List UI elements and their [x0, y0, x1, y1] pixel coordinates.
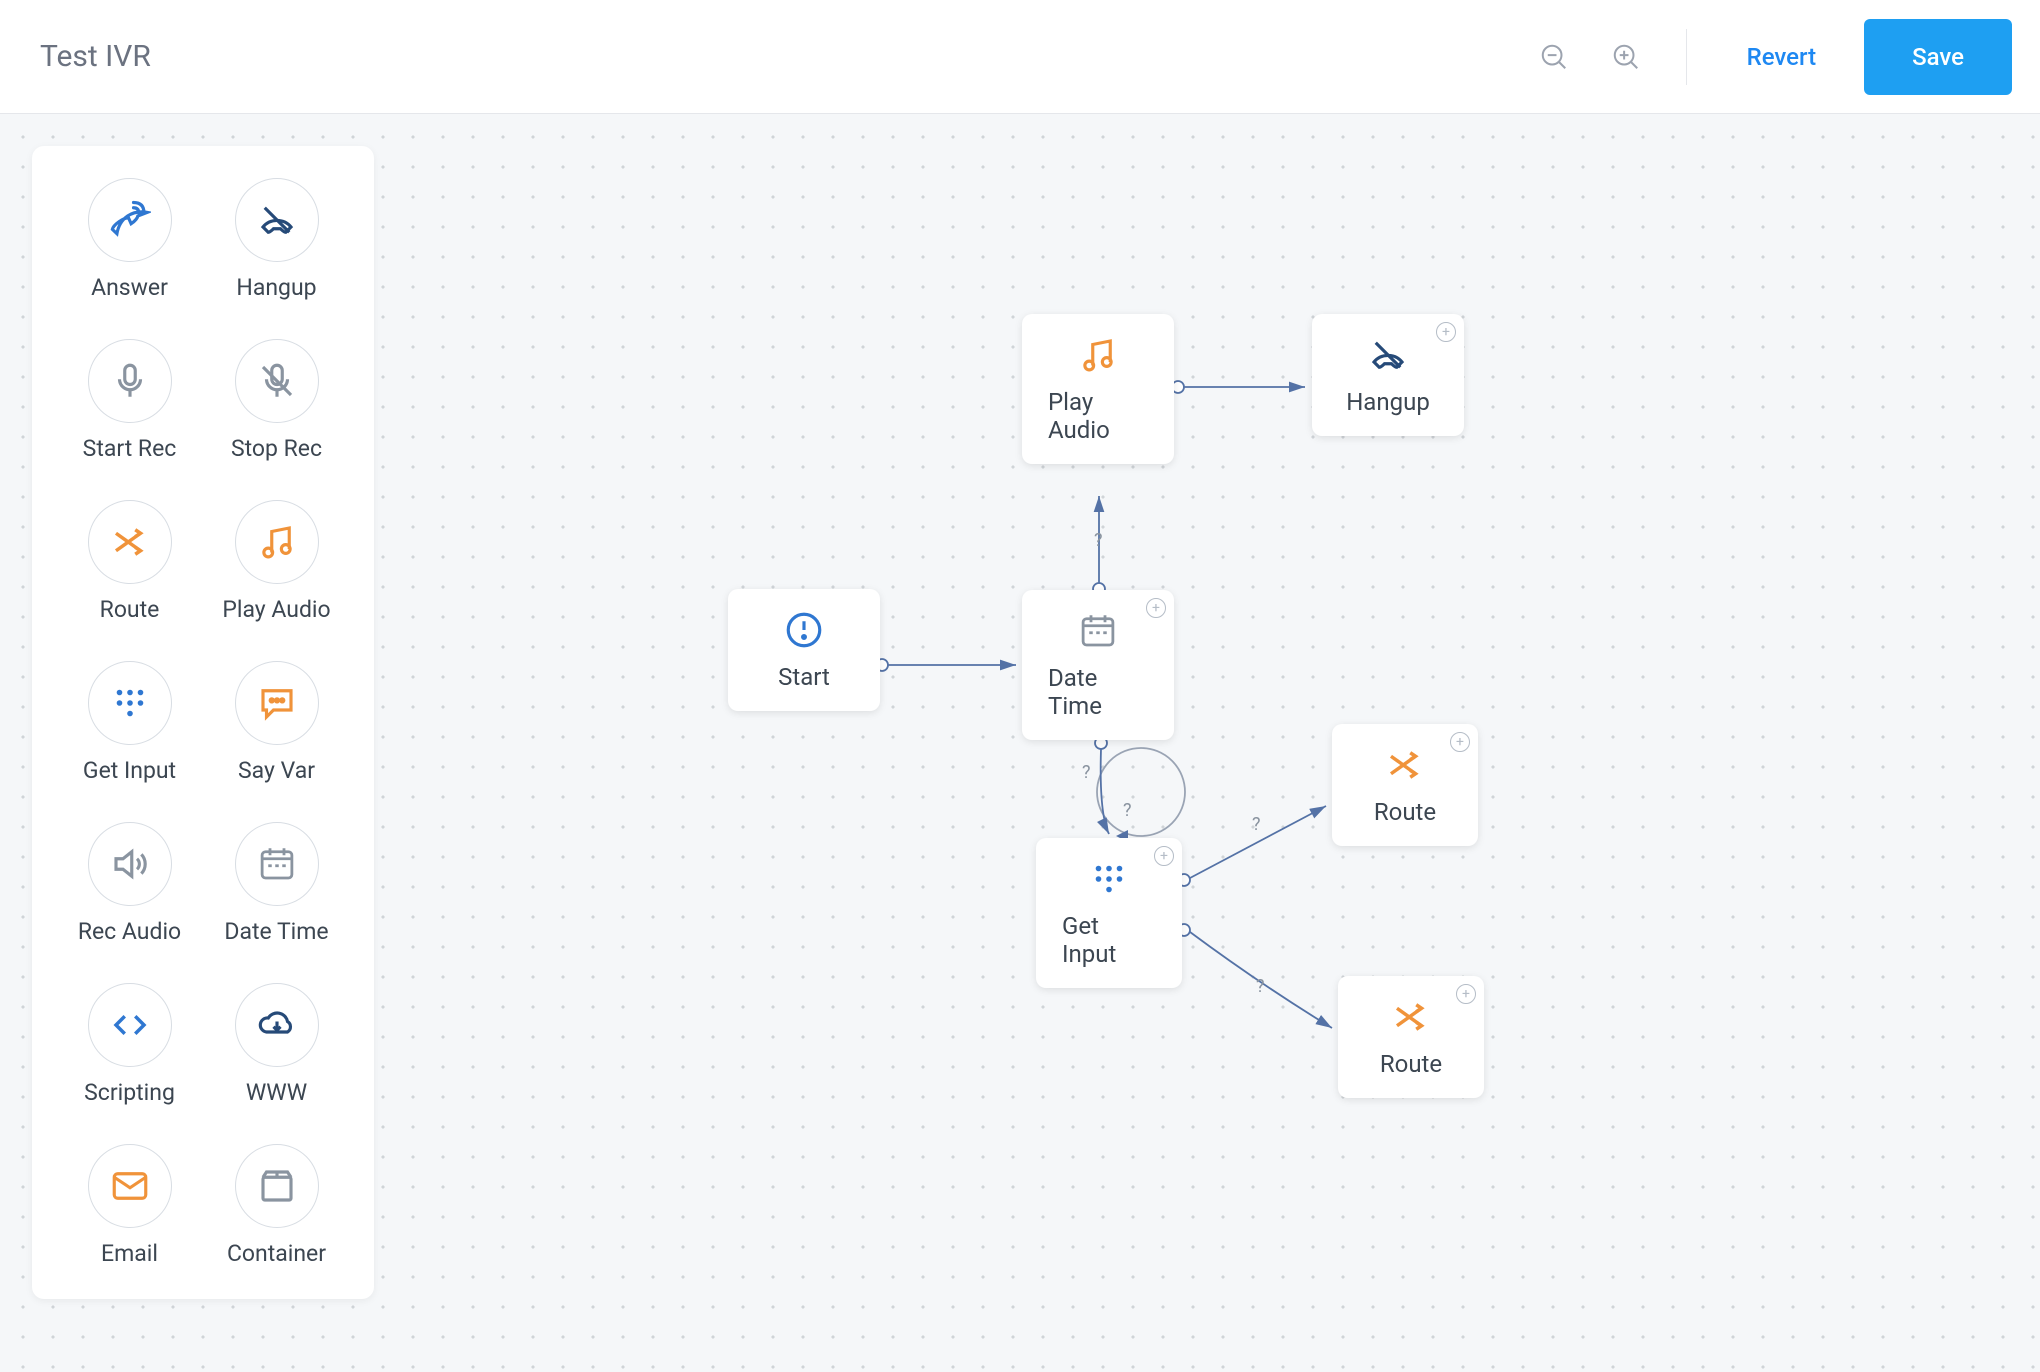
palette-label: Route	[100, 596, 160, 623]
header-bar: Test IVR Revert Save	[0, 0, 2040, 114]
calendar-icon	[1077, 610, 1119, 652]
node-label: Play Audio	[1048, 388, 1148, 444]
node-playaudio[interactable]: Play Audio	[1022, 314, 1174, 464]
node-getinput[interactable]: + Get Input	[1036, 838, 1182, 988]
palette-label: Say Var	[238, 757, 315, 784]
node-add-button[interactable]: +	[1456, 984, 1476, 1004]
palette-item-route[interactable]: Route	[56, 500, 203, 623]
keypad-icon	[88, 661, 172, 745]
route-icon	[1384, 744, 1426, 786]
header-controls: Revert Save	[1530, 19, 2012, 95]
route-icon	[88, 500, 172, 584]
node-route-2[interactable]: + Route	[1338, 976, 1484, 1098]
zoom-in-icon	[1611, 42, 1641, 72]
palette-label: Hangup	[236, 274, 316, 301]
node-datetime[interactable]: + Date Time	[1022, 590, 1174, 740]
palette-item-scripting[interactable]: Scripting	[56, 983, 203, 1106]
palette-label: Email	[101, 1240, 158, 1267]
node-label: Route	[1374, 798, 1436, 826]
node-add-button[interactable]: +	[1146, 598, 1166, 618]
canvas[interactable]: ? ? ? ? ? Start + Date Time	[0, 114, 2040, 1372]
node-start[interactable]: Start	[728, 589, 880, 711]
cloud-download-icon	[235, 983, 319, 1067]
node-add-button[interactable]: +	[1436, 322, 1456, 342]
keypad-icon	[1088, 858, 1130, 900]
palette-label: Scripting	[84, 1079, 175, 1106]
node-label: Start	[778, 663, 830, 691]
palette-item-rec-audio[interactable]: Rec Audio	[56, 822, 203, 945]
node-add-button[interactable]: +	[1154, 846, 1174, 866]
code-icon	[88, 983, 172, 1067]
hangup-icon	[1367, 334, 1409, 376]
node-palette: Answer Hangup Start Rec Stop Rec Route	[32, 146, 374, 1299]
palette-label: Container	[227, 1240, 326, 1267]
palette-item-container[interactable]: Container	[203, 1144, 350, 1267]
music-icon	[235, 500, 319, 584]
mic-icon	[88, 339, 172, 423]
node-label: Hangup	[1346, 388, 1430, 416]
palette-item-hangup[interactable]: Hangup	[203, 178, 350, 301]
palette-label: Stop Rec	[231, 435, 322, 462]
node-route-1[interactable]: + Route	[1332, 724, 1478, 846]
palette-label: Answer	[91, 274, 168, 301]
palette-item-get-input[interactable]: Get Input	[56, 661, 203, 784]
palette-item-answer[interactable]: Answer	[56, 178, 203, 301]
chat-icon	[235, 661, 319, 745]
zoom-out-button[interactable]	[1530, 33, 1578, 81]
music-icon	[1077, 334, 1119, 376]
route-icon	[1390, 996, 1432, 1038]
palette-item-start-rec[interactable]: Start Rec	[56, 339, 203, 462]
package-icon	[235, 1144, 319, 1228]
palette-label: Get Input	[83, 757, 176, 784]
calendar-icon	[235, 822, 319, 906]
palette-label: Rec Audio	[78, 918, 181, 945]
email-icon	[88, 1144, 172, 1228]
node-label: Route	[1380, 1050, 1442, 1078]
zoom-in-button[interactable]	[1602, 33, 1650, 81]
zoom-out-icon	[1539, 42, 1569, 72]
phone-answer-icon	[88, 178, 172, 262]
page-title: Test IVR	[40, 39, 151, 74]
node-label: Get Input	[1062, 912, 1156, 968]
palette-item-say-var[interactable]: Say Var	[203, 661, 350, 784]
palette-label: Date Time	[224, 918, 328, 945]
node-add-button[interactable]: +	[1450, 732, 1470, 752]
palette-label: WWW	[246, 1079, 307, 1106]
mic-off-icon	[235, 339, 319, 423]
palette-item-date-time[interactable]: Date Time	[203, 822, 350, 945]
palette-item-email[interactable]: Email	[56, 1144, 203, 1267]
header-divider	[1686, 29, 1687, 85]
hangup-icon	[235, 178, 319, 262]
palette-label: Play Audio	[222, 596, 330, 623]
palette-item-play-audio[interactable]: Play Audio	[203, 500, 350, 623]
speaker-icon	[88, 822, 172, 906]
revert-button[interactable]: Revert	[1723, 27, 1840, 87]
palette-item-stop-rec[interactable]: Stop Rec	[203, 339, 350, 462]
save-button[interactable]: Save	[1864, 19, 2012, 95]
palette-label: Start Rec	[83, 435, 177, 462]
node-label: Date Time	[1048, 664, 1148, 720]
palette-item-www[interactable]: WWW	[203, 983, 350, 1106]
node-hangup[interactable]: + Hangup	[1312, 314, 1464, 436]
start-icon	[783, 609, 825, 651]
